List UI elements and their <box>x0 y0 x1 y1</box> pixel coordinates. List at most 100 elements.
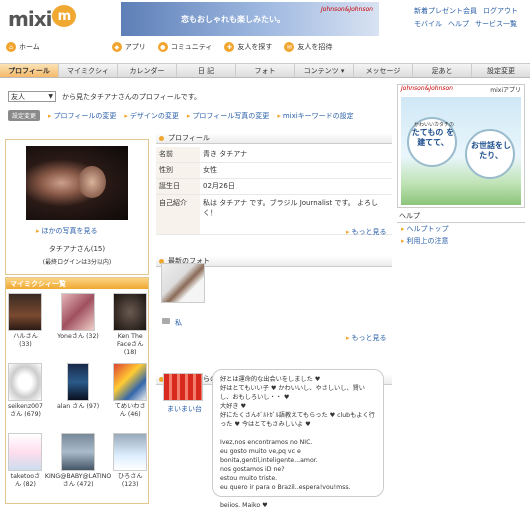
tab-footprints[interactable]: 足あと <box>413 64 472 77</box>
tab-calendar[interactable]: カレンダー <box>118 64 177 77</box>
mixi-logo[interactable]: mixi m <box>8 4 77 34</box>
friend-avatar[interactable] <box>67 363 90 401</box>
help-link[interactable]: ヘルプ <box>448 20 469 28</box>
banner-brand: Johnson&Johnson <box>321 6 373 13</box>
usage-notes-link[interactable]: 利用上の注意 <box>401 237 449 245</box>
friend-avatar[interactable] <box>8 433 43 471</box>
profile-table: 名前 青き タチアナ 性別 女性 誕生日 02月26日 自己紹介 私は タチアナ です。… <box>156 147 392 235</box>
photo-caption[interactable]: 私 <box>175 318 182 328</box>
edit-label: 設定変更 <box>8 110 41 121</box>
friend-avatar[interactable] <box>113 293 148 331</box>
friend-avatar[interactable] <box>8 363 43 401</box>
profile-value: 女性 <box>200 162 392 179</box>
search-friends-icon: ✚ <box>224 42 235 52</box>
gift-member-link[interactable]: 新着プレゼント会員 <box>414 7 477 15</box>
tab-message[interactable]: メッセージ <box>354 64 413 77</box>
nickname: タチアナさん(15) <box>48 245 106 253</box>
friend-name[interactable]: taketooさん (82) <box>8 473 43 489</box>
friends-grid: ハルさん (33) Yoneさん (32) Ken The Faceさん (18… <box>6 289 148 501</box>
viewer-text: から見たタチアナさんのプロフィールです。 <box>62 92 202 101</box>
friends-header[interactable]: マイミクシィ一覧 <box>6 278 148 289</box>
more-photos-link[interactable]: ほかの写真を見る <box>36 226 98 236</box>
tab-profile[interactable]: プロフィール <box>0 64 59 77</box>
viewer-select[interactable]: 友人 ▼ <box>8 91 56 102</box>
friend-name[interactable]: Yoneさん (32) <box>57 333 99 341</box>
profile-key: 誕生日 <box>156 178 200 195</box>
edit-photo-link[interactable]: プロフィール写真の変更 <box>187 111 269 121</box>
ad-circle-text: お世話をしたり、 <box>471 141 511 160</box>
photos-more-link[interactable]: もっと見る <box>346 333 387 343</box>
ad-image: かわいいカタチの たてもの を建てて、 お世話をしたり、 <box>401 97 521 205</box>
tab-mymixi[interactable]: マイミクシィ <box>59 64 118 77</box>
logout-link[interactable]: ログアウト <box>483 7 518 15</box>
tab-diary[interactable]: 日 記 <box>177 64 236 77</box>
friends-box: マイミクシィ一覧 ハルさん (33) Yoneさん (32) Ken The F… <box>5 277 149 504</box>
profile-value: 青き タチアナ <box>200 147 392 163</box>
invite-icon: ✉ <box>284 42 295 52</box>
friend-avatar[interactable] <box>113 363 148 401</box>
edit-design-link[interactable]: デザインの変更 <box>124 111 179 121</box>
friend-avatar[interactable] <box>61 293 96 331</box>
banner-text: 恋もおしゃれも楽しみたい。 <box>181 14 285 24</box>
table-row: 誕生日 02月26日 <box>156 178 392 195</box>
tab-settings[interactable]: 設定変更 <box>472 64 530 77</box>
friend-item[interactable]: ひろさん (123) <box>113 433 148 501</box>
help-top-link[interactable]: ヘルプトップ <box>401 225 449 233</box>
friend-avatar[interactable] <box>113 433 148 471</box>
friend-name[interactable]: seikenz007さん (679) <box>8 403 43 419</box>
profile-more-link[interactable]: もっと見る <box>346 227 387 237</box>
friend-item[interactable]: seikenz007さん (679) <box>8 363 43 431</box>
friend-item[interactable]: taketooさん (82) <box>8 433 43 501</box>
friend-name[interactable]: ひろさん (123) <box>113 473 147 489</box>
friend-item[interactable]: Ken The Faceさん (18) <box>113 293 148 361</box>
friend-item[interactable]: Yoneさん (32) <box>45 293 111 361</box>
intro-author-name[interactable]: まいまい台 <box>167 404 202 414</box>
friend-item[interactable]: KING@BABY@LATINOさん (472) <box>45 433 111 501</box>
intro-author-avatar[interactable] <box>163 373 203 401</box>
friend-item[interactable]: alan さん (97) <box>45 363 111 431</box>
friend-name[interactable]: Ken The Faceさん (18) <box>113 333 147 357</box>
viewer-row: 友人 ▼ から見たタチアナさんのプロフィールです。 <box>8 91 201 102</box>
global-nav: ⌂ ホーム ◆ アプリ ● コミュニティ ✚ 友人を探す ✉ 友人を招待 <box>6 42 332 52</box>
nav-community[interactable]: ● コミュニティ <box>157 42 213 52</box>
friend-name[interactable]: KING@BABY@LATINOさん (472) <box>45 473 111 489</box>
ad-circle-small-text: かわいいカタチの <box>414 122 455 128</box>
friend-name[interactable]: てめいわさん (46) <box>113 403 147 419</box>
tab-photo[interactable]: フォト <box>236 64 295 77</box>
profile-key: 自己紹介 <box>156 194 200 235</box>
friend-name[interactable]: alan さん (97) <box>57 403 99 411</box>
table-row: 性別 女性 <box>156 162 392 179</box>
friend-name[interactable]: ハルさん (33) <box>8 333 43 349</box>
tab-contents[interactable]: コンテンツ ▾ <box>295 64 354 77</box>
profile-photo[interactable] <box>26 146 128 220</box>
profile-value: 02月26日 <box>200 178 392 195</box>
help-box: ヘルプ ヘルプトップ 利用上の注意 <box>397 210 525 247</box>
top-links: 新着プレゼント会員 ログアウト モバイル ヘルプ サービス一覧 <box>414 5 526 31</box>
side-ad[interactable]: Johnson&Johnson mixiアプリ かわいいカタチの たてもの を建… <box>397 84 525 208</box>
nav-apps[interactable]: ◆ アプリ <box>111 42 146 52</box>
mobile-link[interactable]: モバイル <box>414 20 442 28</box>
home-icon: ⌂ <box>6 42 16 52</box>
ad-app-label: mixiアプリ <box>490 87 521 94</box>
intro-text: 好とは運命的な出会いをしました ♥ 好はとてもいい子 ♥ かわいいし、やさしいし… <box>220 376 375 507</box>
friend-avatar[interactable] <box>61 433 96 471</box>
photo-thumbnail[interactable] <box>161 263 205 303</box>
friend-item[interactable]: てめいわさん (46) <box>113 363 148 431</box>
banner-ad[interactable]: 恋もおしゃれも楽しみたい。 Johnson&Johnson <box>121 2 379 36</box>
help-header: ヘルプ <box>397 210 525 223</box>
edit-profile-link[interactable]: プロフィールの変更 <box>48 111 117 121</box>
last-login: (最終ログインは3分以内) <box>42 259 112 266</box>
nav-home[interactable]: ⌂ ホーム <box>6 42 40 52</box>
edit-keyword-link[interactable]: mixiキーワードの設定 <box>277 111 354 121</box>
nav-find-friends[interactable]: ✚ 友人を探す <box>224 42 272 52</box>
profile-header: プロフィール <box>156 133 392 144</box>
friend-avatar[interactable] <box>8 293 43 331</box>
friend-item[interactable]: ハルさん (33) <box>8 293 43 361</box>
services-link[interactable]: サービス一覧 <box>475 20 517 28</box>
edit-row: 設定変更 プロフィールの変更 デザインの変更 プロフィール写真の変更 mixiキ… <box>8 110 354 121</box>
folder-icon <box>162 318 170 324</box>
viewer-select-value: 友人 <box>11 92 25 101</box>
nav-invite[interactable]: ✉ 友人を招待 <box>284 42 332 52</box>
nav-community-label: コミュニティ <box>170 43 213 51</box>
logo-mark: m <box>52 5 77 27</box>
